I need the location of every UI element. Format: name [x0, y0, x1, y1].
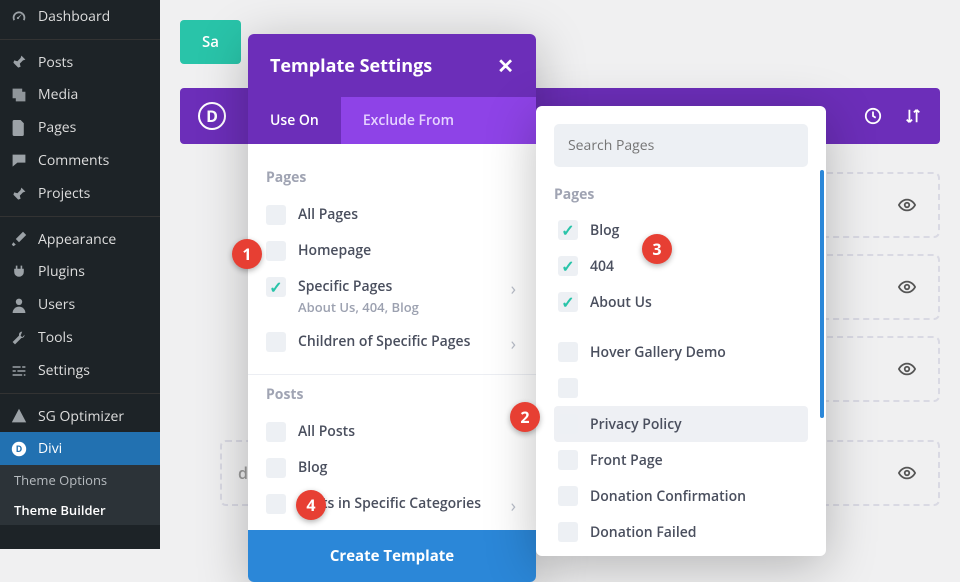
sidebar-item-tools[interactable]: Tools [0, 321, 160, 354]
option-specific-pages[interactable]: ✓ Specific Pages About Us, 404, Blog › [266, 269, 518, 324]
checkbox-icon[interactable] [266, 494, 286, 514]
checkbox-icon[interactable] [266, 241, 286, 261]
sidebar-sub-theme-options[interactable]: Theme Options [0, 465, 160, 495]
flyout-item-blog[interactable]: ✓Blog [554, 212, 808, 248]
sidebar-item-divi[interactable]: DDivi [0, 432, 160, 465]
save-button[interactable]: Sa [180, 20, 241, 64]
search-pages-input[interactable] [554, 124, 808, 167]
close-icon[interactable]: ✕ [497, 52, 514, 79]
sidebar-item-projects[interactable]: Projects [0, 177, 160, 210]
chevron-right-icon: › [511, 277, 518, 301]
sidebar-item-comments[interactable]: Comments [0, 144, 160, 177]
callout-4: 4 [296, 490, 326, 520]
flyout-item-donation-confirmation[interactable]: Donation Confirmation [554, 478, 808, 514]
callout-2: 2 [510, 402, 540, 432]
checkbox-icon[interactable] [558, 450, 578, 470]
checkbox-checked-icon[interactable]: ✓ [558, 220, 578, 240]
sidebar-item-pages[interactable]: Pages [0, 111, 160, 144]
option-all-pages[interactable]: All Pages [266, 197, 518, 233]
option-homepage[interactable]: Homepage [266, 233, 518, 269]
wp-admin-sidebar: Dashboard Posts Media Pages Comments Pro… [0, 0, 160, 549]
checkbox-icon[interactable] [558, 486, 578, 506]
brush-icon [10, 230, 28, 248]
checkbox-checked-icon[interactable]: ✓ [558, 292, 578, 312]
pin-icon [10, 53, 28, 71]
sg-icon [10, 407, 28, 425]
modal-header: Template Settings ✕ [248, 34, 536, 97]
media-icon [10, 86, 28, 104]
flyout-item-about-us[interactable]: ✓About Us [554, 284, 808, 320]
sidebar-item-settings[interactable]: Settings [0, 354, 160, 387]
sliders-icon [10, 362, 28, 380]
history-icon[interactable] [864, 107, 882, 125]
svg-text:D: D [16, 443, 23, 455]
checkbox-icon[interactable] [558, 342, 578, 362]
section-title-pages: Pages [266, 168, 518, 187]
checkbox-checked-icon[interactable]: ✓ [558, 256, 578, 276]
eye-icon[interactable] [892, 354, 922, 384]
option-blog[interactable]: Blog [266, 450, 518, 486]
sidebar-item-appearance[interactable]: Appearance [0, 216, 160, 255]
checkbox-icon[interactable] [266, 458, 286, 478]
wrench-icon [10, 329, 28, 347]
page-icon [10, 119, 28, 137]
checkbox-icon[interactable] [266, 205, 286, 225]
comment-icon [10, 152, 28, 170]
checkbox-icon[interactable] [558, 414, 578, 434]
flyout-item-privacy-policy[interactable]: Privacy Policy [554, 406, 808, 442]
sort-icon[interactable] [904, 107, 922, 125]
template-settings-modal: Template Settings ✕ Use On Exclude From … [248, 34, 536, 582]
sidebar-item-dashboard[interactable]: Dashboard [0, 0, 160, 33]
checkbox-icon[interactable] [266, 422, 286, 442]
specific-pages-sublabel: About Us, 404, Blog [298, 298, 499, 316]
pin-icon [10, 185, 28, 203]
eye-icon[interactable] [892, 272, 922, 302]
checkbox-icon[interactable] [558, 522, 578, 542]
sidebar-item-users[interactable]: Users [0, 288, 160, 321]
flyout-item-front-page[interactable]: Front Page [554, 442, 808, 478]
checkbox-checked-icon[interactable]: ✓ [266, 277, 286, 297]
callout-1: 1 [232, 239, 262, 269]
sidebar-item-posts[interactable]: Posts [0, 39, 160, 78]
chevron-right-icon: › [511, 494, 518, 518]
gauge-icon [10, 8, 28, 26]
sidebar-sub-theme-builder[interactable]: Theme Builder [0, 495, 160, 525]
sidebar-item-plugins[interactable]: Plugins [0, 255, 160, 288]
eye-icon[interactable] [892, 190, 922, 220]
create-template-button[interactable]: Create Template [248, 530, 536, 582]
checkbox-icon[interactable] [266, 332, 286, 352]
option-all-posts[interactable]: All Posts [266, 414, 518, 450]
divi-icon: D [10, 440, 28, 458]
tab-use-on[interactable]: Use On [248, 97, 341, 144]
option-children-specific-pages[interactable]: Children of Specific Pages › [266, 324, 518, 364]
flyout-item-donation-failed[interactable]: Donation Failed [554, 514, 808, 550]
flyout-item-blank[interactable] [554, 370, 808, 406]
checkbox-icon[interactable] [558, 378, 578, 398]
section-title-posts: Posts [266, 385, 518, 404]
user-icon [10, 296, 28, 314]
modal-title: Template Settings [270, 54, 432, 78]
tab-exclude-from[interactable]: Exclude From [341, 97, 476, 144]
pages-flyout: Pages ✓Blog ✓404 ✓About Us Hover Gallery… [536, 106, 826, 556]
plug-icon [10, 263, 28, 281]
flyout-section-title: Pages [554, 185, 808, 204]
flyout-item-404[interactable]: ✓404 [554, 248, 808, 284]
scrollbar-thumb[interactable] [820, 170, 824, 418]
divi-logo-icon: D [198, 102, 226, 130]
modal-tabs: Use On Exclude From [248, 97, 536, 144]
flyout-item-hover-gallery[interactable]: Hover Gallery Demo [554, 334, 808, 370]
sidebar-item-media[interactable]: Media [0, 78, 160, 111]
chevron-right-icon: › [511, 332, 518, 356]
sidebar-item-sg-optimizer[interactable]: SG Optimizer [0, 393, 160, 432]
eye-icon[interactable] [892, 458, 922, 488]
callout-3: 3 [642, 234, 672, 264]
